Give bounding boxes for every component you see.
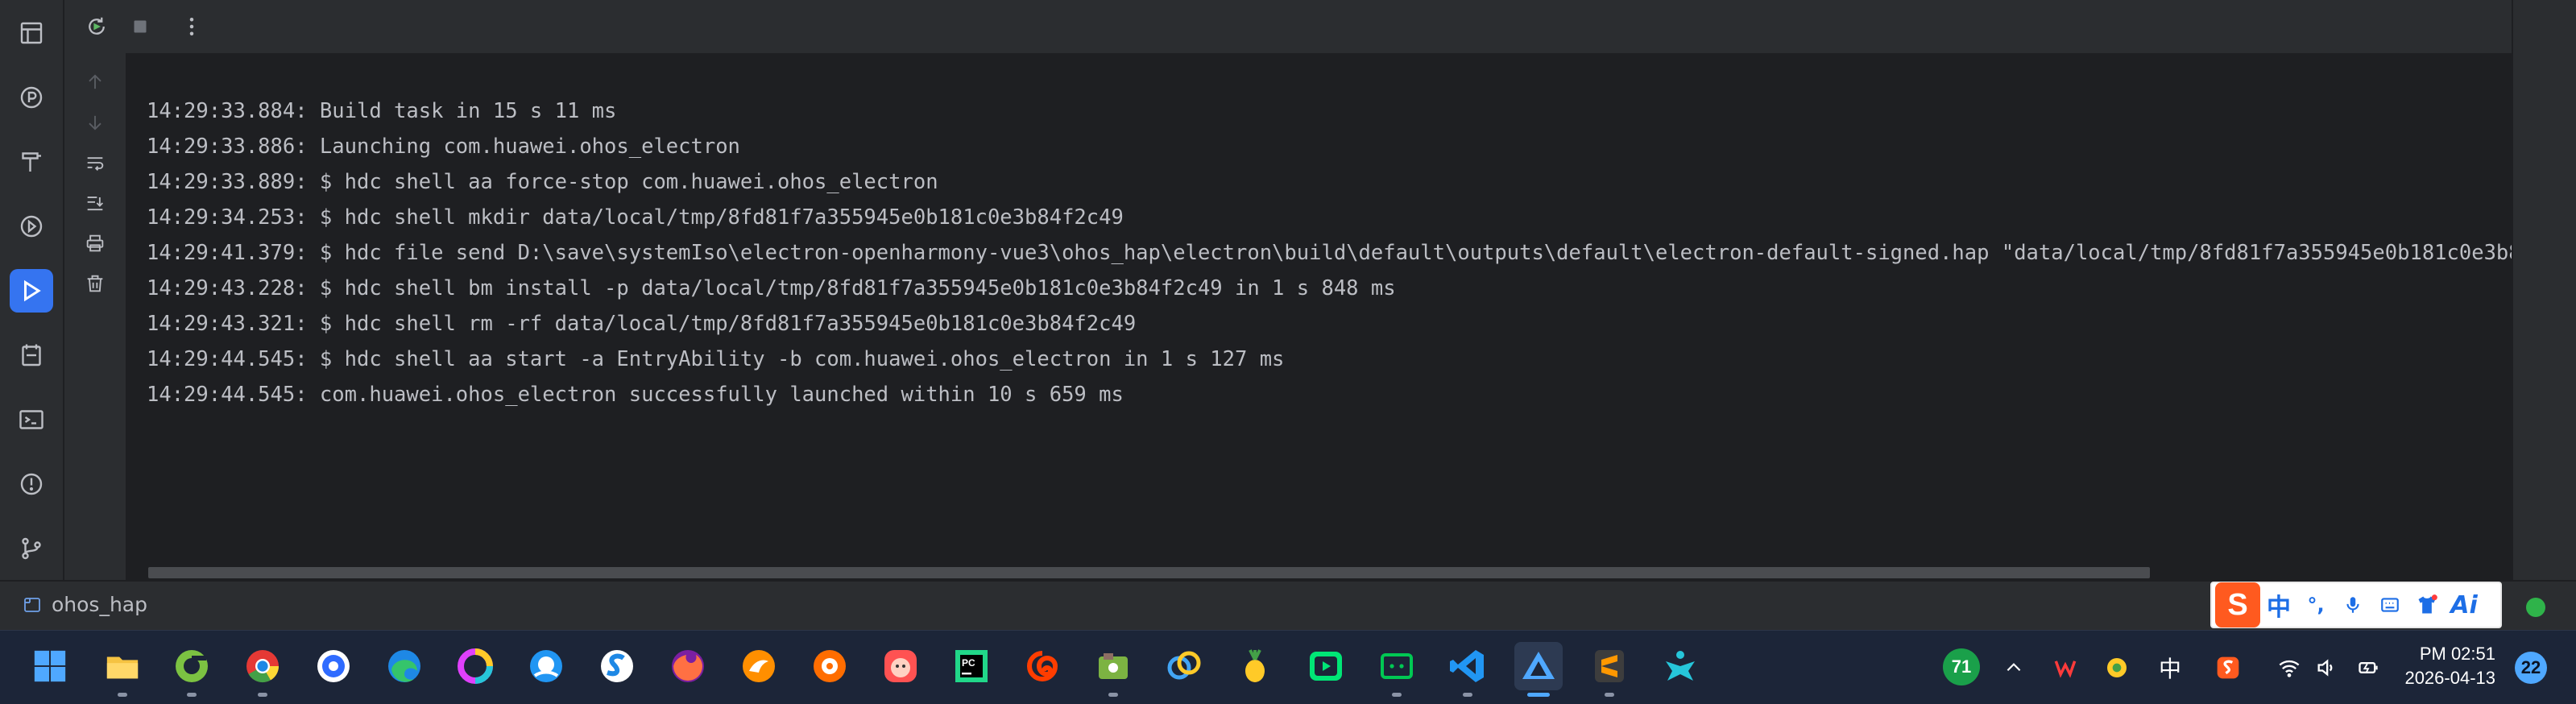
structure-icon[interactable] bbox=[10, 11, 53, 55]
build-hammer-icon[interactable] bbox=[10, 140, 53, 184]
edge-icon[interactable] bbox=[380, 642, 429, 690]
problems-icon[interactable] bbox=[10, 462, 53, 506]
leaf-app-icon[interactable] bbox=[1160, 642, 1208, 690]
clear-all-icon[interactable] bbox=[79, 267, 111, 300]
figure-app-icon[interactable] bbox=[1656, 642, 1704, 690]
log-line: 14:29:34.253: $ hdc shell mkdir data/loc… bbox=[147, 205, 1124, 230]
horizontal-scrollbar[interactable] bbox=[148, 567, 2150, 578]
shirt-icon[interactable] bbox=[2408, 586, 2446, 623]
battery-charging-icon[interactable] bbox=[2350, 650, 2386, 685]
mic-icon[interactable] bbox=[2334, 586, 2371, 623]
ime-chinese-mode[interactable]: 中 bbox=[2260, 586, 2297, 623]
edge-dev-icon[interactable] bbox=[168, 642, 216, 697]
run-toolbar bbox=[64, 0, 2512, 53]
module-icon bbox=[24, 597, 40, 612]
todo-icon[interactable] bbox=[10, 333, 53, 377]
app-tray-icon[interactable] bbox=[2099, 650, 2135, 685]
wifi-icon[interactable] bbox=[2272, 650, 2307, 685]
firefox-icon[interactable] bbox=[664, 642, 712, 690]
terminal-app-icon[interactable] bbox=[1373, 642, 1421, 697]
ime-punctuation[interactable]: °, bbox=[2297, 586, 2334, 623]
volume-icon[interactable] bbox=[2309, 650, 2344, 685]
file-explorer-icon[interactable] bbox=[98, 642, 147, 697]
terminal-icon[interactable] bbox=[10, 398, 53, 441]
profiler-icon[interactable] bbox=[10, 76, 53, 119]
color-ring-icon[interactable] bbox=[451, 642, 499, 690]
stop-icon[interactable] bbox=[123, 10, 157, 43]
deveco-studio-icon[interactable] bbox=[1514, 642, 1563, 697]
chrome-icon[interactable] bbox=[238, 642, 287, 697]
vscode-icon[interactable] bbox=[1443, 642, 1492, 697]
keyboard-icon[interactable] bbox=[2371, 586, 2408, 623]
scroll-up-icon[interactable] bbox=[79, 66, 111, 98]
disk-tool-icon[interactable] bbox=[1089, 642, 1137, 697]
start-icon[interactable] bbox=[26, 642, 74, 690]
left-tool-strip bbox=[0, 0, 64, 580]
status-indicator bbox=[2526, 598, 2545, 617]
qq-browser-icon[interactable] bbox=[522, 642, 570, 690]
console-side-toolbar bbox=[64, 53, 127, 580]
sogou-tray-icon[interactable] bbox=[2210, 650, 2246, 685]
log-line: 14:29:41.379: $ hdc file send D:\save\sy… bbox=[147, 241, 2512, 265]
scroll-down-icon[interactable] bbox=[79, 106, 111, 139]
video-app-icon[interactable] bbox=[1302, 642, 1350, 690]
app-circle-icon[interactable] bbox=[309, 642, 358, 690]
pineapple-app-icon[interactable] bbox=[1231, 642, 1279, 690]
right-tool-strip bbox=[2512, 0, 2576, 580]
ime-toolbar: S 中 °, Ai bbox=[2210, 582, 2502, 628]
pet-app-icon[interactable] bbox=[876, 642, 925, 690]
status-bar: ohos_hap bbox=[0, 580, 2576, 630]
run-console[interactable]: 14:29:33.884: Build task in 15 s 11 ms 1… bbox=[129, 53, 2512, 580]
scroll-to-end-icon[interactable] bbox=[79, 187, 111, 219]
log-line: 14:29:44.545: $ hdc shell aa start -a En… bbox=[147, 347, 1285, 371]
pycharm-icon[interactable]: PC bbox=[947, 642, 996, 690]
notification-badge[interactable]: 22 bbox=[2515, 652, 2547, 684]
hedgehog-app-icon[interactable] bbox=[806, 642, 854, 690]
chevron-up-icon[interactable] bbox=[1996, 650, 2031, 685]
sogou-ime-logo[interactable]: S bbox=[2215, 582, 2260, 627]
rerun-icon[interactable] bbox=[80, 10, 114, 43]
more-options-icon[interactable] bbox=[175, 10, 209, 43]
console-output: 14:29:33.884: Build task in 15 s 11 ms 1… bbox=[147, 93, 2512, 412]
svg-text:PC: PC bbox=[962, 657, 975, 669]
battery-status[interactable]: 71 bbox=[1943, 648, 1980, 685]
services-icon[interactable] bbox=[10, 205, 53, 248]
ime-ai-button[interactable]: Ai bbox=[2446, 586, 2483, 623]
log-line: 14:29:33.884: Build task in 15 s 11 ms bbox=[147, 99, 617, 123]
log-line: 14:29:44.545: com.huawei.ohos_electron s… bbox=[147, 383, 1124, 407]
git-icon[interactable] bbox=[10, 527, 53, 570]
clock-date: 2026-04-13 bbox=[2404, 668, 2495, 688]
run-icon[interactable] bbox=[10, 269, 53, 313]
log-line: 14:29:33.886: Launching com.huawei.ohos_… bbox=[147, 135, 740, 159]
soft-wrap-icon[interactable] bbox=[79, 147, 111, 179]
windows-taskbar: PC 71 中 PM 02:51 2026-04-13 22 bbox=[0, 630, 2576, 704]
bird-app-icon[interactable] bbox=[735, 642, 783, 690]
log-line: 14:29:33.889: $ hdc shell aa force-stop … bbox=[147, 170, 938, 194]
print-icon[interactable] bbox=[79, 227, 111, 259]
sogou-browser-icon[interactable] bbox=[593, 642, 641, 690]
log-line: 14:29:43.228: $ hdc shell bm install -p … bbox=[147, 276, 1396, 300]
snail-app-icon[interactable] bbox=[1018, 642, 1066, 690]
wps-tray-icon[interactable] bbox=[2048, 650, 2083, 685]
breadcrumb[interactable]: ohos_hap bbox=[23, 593, 147, 616]
project-name: ohos_hap bbox=[52, 593, 147, 616]
clock-time: PM 02:51 bbox=[2419, 644, 2495, 664]
log-line: 14:29:43.321: $ hdc shell rm -rf data/lo… bbox=[147, 312, 1137, 336]
ime-mode-indicator[interactable]: 中 bbox=[2152, 650, 2188, 685]
system-clock[interactable]: PM 02:51 2026-04-13 bbox=[2399, 642, 2495, 690]
sublime-icon[interactable] bbox=[1585, 642, 1634, 697]
